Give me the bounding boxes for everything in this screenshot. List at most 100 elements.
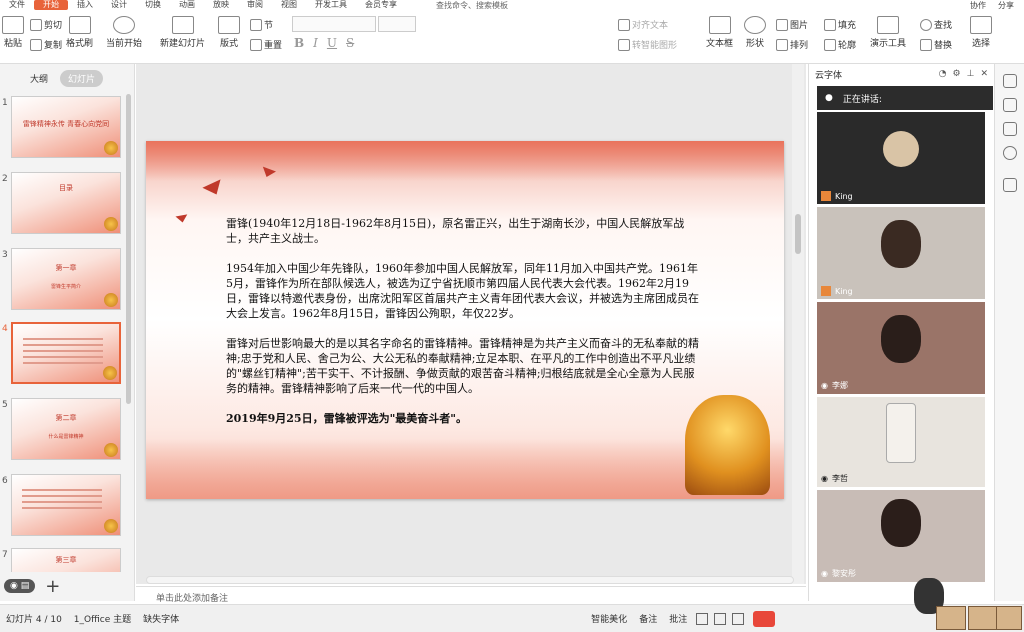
play-icon <box>113 16 135 34</box>
animation-icon[interactable] <box>1002 98 1017 112</box>
textbox-button[interactable]: 文本框 <box>706 16 733 49</box>
slide-panel-scrollbar[interactable] <box>126 94 131 404</box>
tab-slides[interactable]: 幻灯片 <box>60 69 104 87</box>
reading-view-icon[interactable] <box>732 612 745 625</box>
shape-button[interactable]: 形状 <box>744 16 766 49</box>
new-slide-icon <box>171 16 194 34</box>
font-name-select[interactable] <box>292 16 376 32</box>
slide-thumbnail-4[interactable]: 4 <box>0 322 130 388</box>
scissors-icon <box>30 18 42 31</box>
menu-developer[interactable]: 开发工具 <box>306 0 356 10</box>
cloud-font-button[interactable]: 云字体 <box>815 68 842 81</box>
find-button[interactable]: 查找 <box>920 18 952 31</box>
paste-button[interactable]: 粘贴 <box>2 16 24 49</box>
slide-counter: 幻灯片 4 / 10 <box>6 615 62 625</box>
video-tile-1[interactable]: King <box>817 112 985 204</box>
slideshow-play-button[interactable] <box>753 610 776 627</box>
menu-member[interactable]: 会员专享 <box>356 0 406 10</box>
slide-thumbnail-6[interactable]: 6 <box>0 474 130 540</box>
close-icon[interactable]: ✕ <box>980 69 988 79</box>
sound-controls[interactable]: ◉ ▤ <box>4 579 36 593</box>
menubar: 文件 开始 插入 设计 切换 动画 放映 审阅 视图 开发工具 会员专享 查找命… <box>0 0 1024 10</box>
cursor-icon <box>970 16 992 34</box>
property-icon[interactable] <box>1002 74 1017 88</box>
arrange-button[interactable]: 排列 <box>776 38 808 51</box>
canvas-vertical-scrollbar[interactable] <box>792 64 804 584</box>
speaking-bar: ● 正在讲话: <box>817 86 993 110</box>
slide-thumbnail-5[interactable]: 5 第二章 什么是雷锋精神 <box>0 398 130 464</box>
strike-button[interactable]: S <box>346 36 354 50</box>
fill-button[interactable]: 填充 <box>824 18 856 31</box>
menu-review[interactable]: 审阅 <box>238 0 272 10</box>
video-tile-4[interactable]: ◉ 李哲 <box>817 397 985 487</box>
new-slide-button[interactable]: 新建幻灯片 <box>160 16 205 49</box>
brush-icon <box>68 16 91 34</box>
textbox-icon <box>708 16 731 34</box>
share-button[interactable]: 分享 <box>998 0 1014 10</box>
copy-button[interactable]: 复制 <box>30 38 62 51</box>
select-button[interactable]: 选择 <box>970 16 992 49</box>
slide-panel: 大纲 幻灯片 1 雷锋精神永传 青春心向党同 2 目录 3 第一章 雷锋生平简介 … <box>0 64 135 601</box>
tab-outline[interactable]: 大纲 <box>30 72 48 85</box>
layout-button[interactable]: 版式 <box>218 16 240 49</box>
lion-icon <box>104 293 118 307</box>
outline-button[interactable]: 轮廓 <box>824 38 856 51</box>
replace-icon <box>920 38 932 51</box>
add-slide-icon[interactable]: + <box>45 576 60 597</box>
menu-view[interactable]: 视图 <box>272 0 306 10</box>
slide-thumbnail-3[interactable]: 3 第一章 雷锋生平简介 <box>0 248 130 314</box>
menu-animation[interactable]: 动画 <box>170 0 204 10</box>
text-icon[interactable] <box>1002 178 1017 192</box>
gear-icon[interactable]: ⚙ <box>953 69 961 79</box>
replace-button[interactable]: 替换 <box>920 38 952 51</box>
bold-button[interactable]: B <box>294 36 304 50</box>
slide-body-text[interactable]: 雷锋(1940年12月18日-1962年8月15日)，原名雷正兴，出生于湖南长沙… <box>226 216 704 441</box>
menu-home[interactable]: 开始 <box>34 0 68 10</box>
layout-icon <box>218 16 240 34</box>
menu-design[interactable]: 设计 <box>102 0 136 10</box>
lion-icon <box>103 366 117 380</box>
normal-view-icon[interactable] <box>696 612 709 625</box>
smart-beautify-button[interactable]: 智能美化 <box>585 612 633 625</box>
cut-button[interactable]: 剪切 <box>30 18 62 31</box>
font-size-select[interactable] <box>378 16 416 32</box>
menu-insert[interactable]: 插入 <box>68 0 102 10</box>
section-icon <box>250 18 262 31</box>
underline-button[interactable]: U <box>327 36 337 50</box>
host-icon <box>821 286 831 296</box>
reset-button[interactable]: 重置 <box>250 38 282 51</box>
slide-thumbnail-2[interactable]: 2 目录 <box>0 172 130 238</box>
missing-font-button[interactable]: 缺失字体 <box>137 612 185 625</box>
search-icon <box>920 18 932 31</box>
italic-button[interactable]: I <box>313 36 318 50</box>
collaborate-button[interactable]: 协作 <box>970 0 986 10</box>
command-search[interactable]: 查找命令、搜索模板 <box>436 0 508 10</box>
menu-transition[interactable]: 切换 <box>136 0 170 10</box>
lion-icon <box>104 519 118 533</box>
help-icon[interactable] <box>1002 146 1017 160</box>
sorter-view-icon[interactable] <box>714 612 727 625</box>
video-tile-3[interactable]: ◉ 李娜 <box>817 302 985 394</box>
arrange-icon <box>776 38 788 51</box>
chat-icon[interactable]: ◔ <box>939 69 947 79</box>
convert-smartart-button[interactable]: 转智能图形 <box>618 38 677 51</box>
slide-thumbnail-1[interactable]: 1 雷锋精神永传 青春心向党同 <box>0 96 130 162</box>
format-painter-button[interactable]: 格式刷 <box>66 16 93 49</box>
video-tile-5[interactable]: ◉ 黎安彤 <box>817 490 985 582</box>
slide-thumbnail-7[interactable]: 7 第三章 <box>0 548 130 572</box>
canvas-horizontal-scrollbar[interactable] <box>146 576 794 584</box>
current-slide[interactable]: 雷锋(1940年12月18日-1962年8月15日)，原名雷正兴，出生于湖南长沙… <box>146 141 784 499</box>
notes-toggle-button[interactable]: 备注 <box>633 612 663 625</box>
template-icon[interactable] <box>1002 122 1017 136</box>
pin-icon[interactable]: ⊥ <box>967 69 975 79</box>
comment-button[interactable]: 批注 <box>663 612 693 625</box>
picture-button[interactable]: 图片 <box>776 18 808 31</box>
menu-file[interactable]: 文件 <box>0 0 34 10</box>
notes-pane[interactable]: 单击此处添加备注 <box>136 586 806 604</box>
section-button[interactable]: 节 <box>250 18 273 31</box>
align-text-button[interactable]: 对齐文本 <box>618 18 668 31</box>
from-current-button[interactable]: 当前开始 <box>106 16 142 49</box>
presenter-tools-button[interactable]: 演示工具 <box>870 16 906 49</box>
menu-slideshow[interactable]: 放映 <box>204 0 238 10</box>
video-tile-2[interactable]: King <box>817 207 985 299</box>
